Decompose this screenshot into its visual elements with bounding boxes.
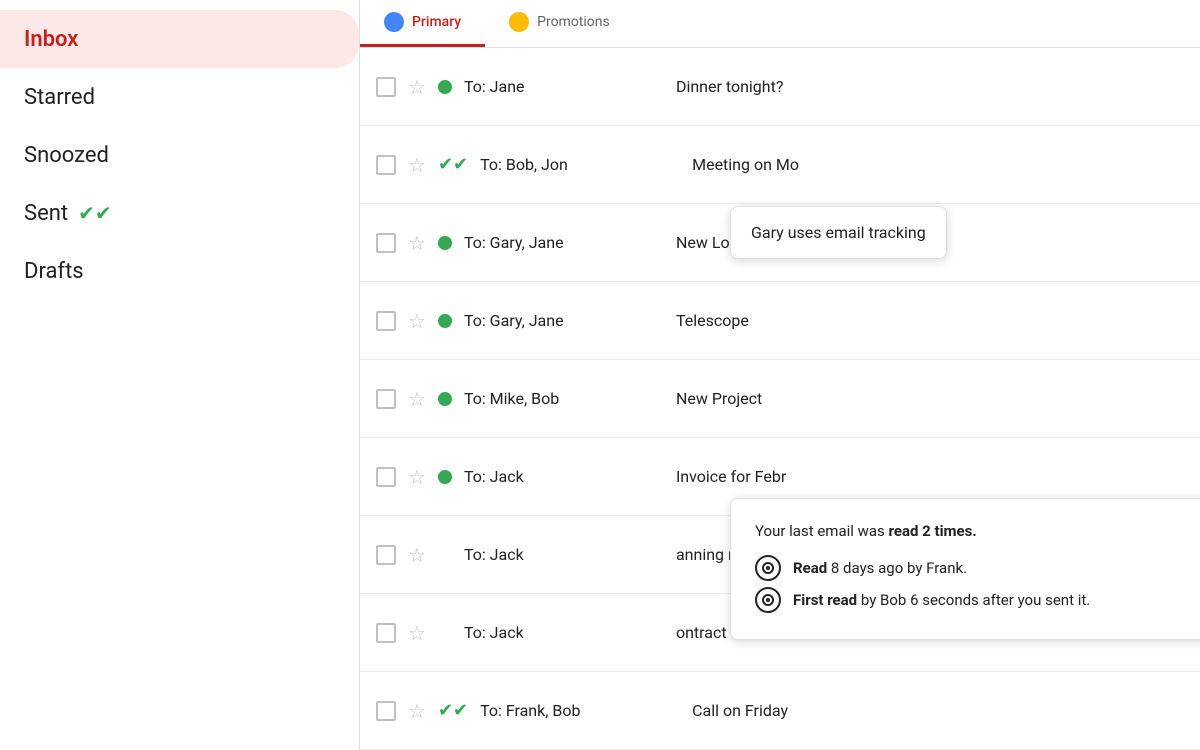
read-summary-prefix: Your last email was xyxy=(755,522,889,540)
email-checkbox[interactable] xyxy=(376,233,396,253)
double-check-icon: ✔✔ xyxy=(438,700,468,721)
sidebar-item-sent[interactable]: Sent ✔✔ xyxy=(0,184,359,242)
email-row[interactable]: ☆ To: Mike, Bob New Project xyxy=(360,360,1200,438)
sidebar-label-starred: Starred xyxy=(24,85,95,110)
email-checkbox[interactable] xyxy=(376,311,396,331)
star-icon[interactable]: ☆ xyxy=(408,309,426,333)
email-recipient: To: Frank, Bob xyxy=(480,701,680,720)
status-dot xyxy=(438,392,452,406)
email-row[interactable]: ☆ To: Jane Dinner tonight? xyxy=(360,48,1200,126)
email-checkbox[interactable] xyxy=(376,389,396,409)
read-summary: Your last email was read 2 times. xyxy=(755,519,1200,543)
status-dot xyxy=(438,470,452,484)
email-checkbox[interactable] xyxy=(376,467,396,487)
tab-label-primary: Primary xyxy=(412,14,461,30)
read-entry-2: First read by Bob 6 seconds after you se… xyxy=(755,587,1200,613)
star-icon[interactable]: ☆ xyxy=(408,621,426,645)
email-subject: Meeting on Mo xyxy=(692,155,1184,174)
email-checkbox[interactable] xyxy=(376,545,396,565)
email-recipient: To: Gary, Jane xyxy=(464,233,664,252)
promotions-tab-icon xyxy=(509,12,529,32)
email-subject: Invoice for Febr xyxy=(676,467,1184,486)
email-subject: Telescope xyxy=(676,311,1184,330)
email-subject: New Project xyxy=(676,389,1184,408)
tab-promotions[interactable]: Promotions xyxy=(485,0,634,47)
tab-primary[interactable]: Primary xyxy=(360,0,485,47)
sidebar-item-inbox[interactable]: Inbox xyxy=(0,10,359,68)
tooltip-gary: Gary uses email tracking xyxy=(730,206,947,259)
email-row[interactable]: ☆ To: Gary, Jane Telescope xyxy=(360,282,1200,360)
email-row[interactable]: ☆ ✔✔ To: Bob, Jon Meeting on Mo xyxy=(360,126,1200,204)
email-recipient: To: Gary, Jane xyxy=(464,311,664,330)
tab-bar: Primary Promotions xyxy=(360,0,1200,48)
star-icon[interactable]: ☆ xyxy=(408,543,426,567)
email-checkbox[interactable] xyxy=(376,155,396,175)
email-recipient: To: Jack xyxy=(464,545,664,564)
email-checkbox[interactable] xyxy=(376,77,396,97)
double-check-icon: ✔✔ xyxy=(438,154,468,175)
email-recipient: To: Jack xyxy=(464,467,664,486)
email-row[interactable]: ☆ ✔✔ To: Frank, Bob Call on Friday xyxy=(360,672,1200,750)
email-checkbox[interactable] xyxy=(376,701,396,721)
read-entry-1: Read 8 days ago by Frank. xyxy=(755,555,1200,581)
status-dot xyxy=(438,80,452,94)
main-content: Primary Promotions Gary uses email tracki… xyxy=(360,0,1200,750)
sidebar-item-drafts[interactable]: Drafts xyxy=(0,242,359,300)
eye-icon-2 xyxy=(755,587,781,613)
status-dot xyxy=(438,314,452,328)
tooltip-gary-text: Gary uses email tracking xyxy=(751,223,926,242)
star-icon[interactable]: ☆ xyxy=(408,465,426,489)
star-icon[interactable]: ☆ xyxy=(408,153,426,177)
read-entry-2-text: First read by Bob 6 seconds after you se… xyxy=(793,588,1090,612)
tooltip-read: Your last email was read 2 times. Read 8… xyxy=(730,498,1200,640)
sidebar: Inbox Starred Snoozed Sent ✔✔ Drafts xyxy=(0,0,360,750)
email-checkbox[interactable] xyxy=(376,623,396,643)
email-subject: Call on Friday xyxy=(692,701,1184,720)
email-recipient: To: Jack xyxy=(464,623,664,642)
status-dot xyxy=(438,236,452,250)
sent-check-icon: ✔✔ xyxy=(78,201,112,225)
star-icon[interactable]: ☆ xyxy=(408,699,426,723)
eye-icon-1 xyxy=(755,555,781,581)
email-list: Gary uses email tracking Your last email… xyxy=(360,48,1200,750)
star-icon[interactable]: ☆ xyxy=(408,75,426,99)
read-entry-1-text: Read 8 days ago by Frank. xyxy=(793,556,967,580)
sidebar-label-sent: Sent xyxy=(24,201,68,226)
sidebar-label-inbox: Inbox xyxy=(24,27,78,52)
sidebar-label-snoozed: Snoozed xyxy=(24,143,109,168)
star-icon[interactable]: ☆ xyxy=(408,387,426,411)
email-recipient: To: Jane xyxy=(464,77,664,96)
primary-tab-icon xyxy=(384,12,404,32)
sidebar-item-starred[interactable]: Starred xyxy=(0,68,359,126)
read-summary-bold: read 2 times. xyxy=(889,522,977,540)
email-recipient: To: Bob, Jon xyxy=(480,155,680,174)
email-recipient: To: Mike, Bob xyxy=(464,389,664,408)
star-icon[interactable]: ☆ xyxy=(408,231,426,255)
sidebar-item-snoozed[interactable]: Snoozed xyxy=(0,126,359,184)
email-subject: Dinner tonight? xyxy=(676,77,1184,96)
tab-label-promotions: Promotions xyxy=(537,14,610,30)
sidebar-label-drafts: Drafts xyxy=(24,259,84,284)
